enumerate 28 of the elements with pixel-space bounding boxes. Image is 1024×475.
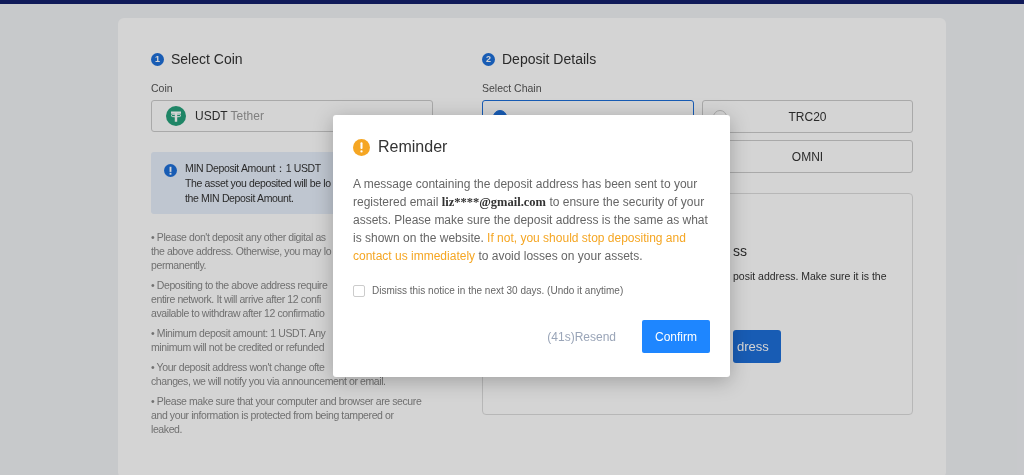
note-text: • Please make sure that your computer and browser are secure	[151, 394, 422, 408]
note-text: changes, we will notify you via announcement or email.	[151, 374, 386, 388]
field-label: Coin	[151, 81, 174, 96]
info-text: MIN Deposit Amount：1 USDT	[185, 161, 321, 176]
note-text: entire network. It will arrive after 12 confi	[151, 292, 321, 306]
section-title: Select Coin	[171, 49, 243, 69]
dialog-title: Reminder	[378, 137, 448, 157]
panel-heading: ss	[733, 242, 748, 261]
section-title: Deposit Details	[502, 49, 597, 69]
note-text: • Please don't deposit any other digital as	[151, 230, 326, 244]
note-text: • Depositing to the above address require	[151, 278, 328, 292]
note-text: available to withdraw after 12 confirmatio	[151, 306, 325, 320]
note-text: and your information is protected from being tampered or	[151, 408, 394, 422]
coin-name: USDT Tether	[195, 108, 264, 125]
note-text: the above address. Otherwise, you may lo	[151, 244, 332, 258]
info-text: The asset you deposited will be lo	[185, 176, 331, 191]
note-text: leaked.	[151, 422, 183, 436]
note-text: • Your deposit address won't change ofte	[151, 360, 325, 374]
info-text: the MIN Deposit Amount.	[185, 191, 294, 206]
step-number: 1	[151, 52, 164, 66]
step-number: 2	[482, 52, 495, 66]
note-text: minimum will not be credited or refunded	[151, 340, 325, 354]
dialog-message: A message containing the deposit address has been sent to your registered email liz****@gmail.com to ensure the security of your assets. Please make sure the deposit address is the same as what is shown on the website. If not, you should stop depositing and contact us immediately to avoid losses on your assets.	[353, 176, 709, 265]
note-text: • Minimum deposit amount: 1 USDT. Any	[151, 326, 326, 340]
note-text: permanently.	[151, 258, 207, 272]
panel-text: posit address. Make sure it is the	[733, 269, 888, 284]
checkbox-label: Dismiss this notice in the next 30 days. (Undo it anytime)	[372, 284, 624, 298]
field-label: Select Chain	[482, 81, 543, 96]
